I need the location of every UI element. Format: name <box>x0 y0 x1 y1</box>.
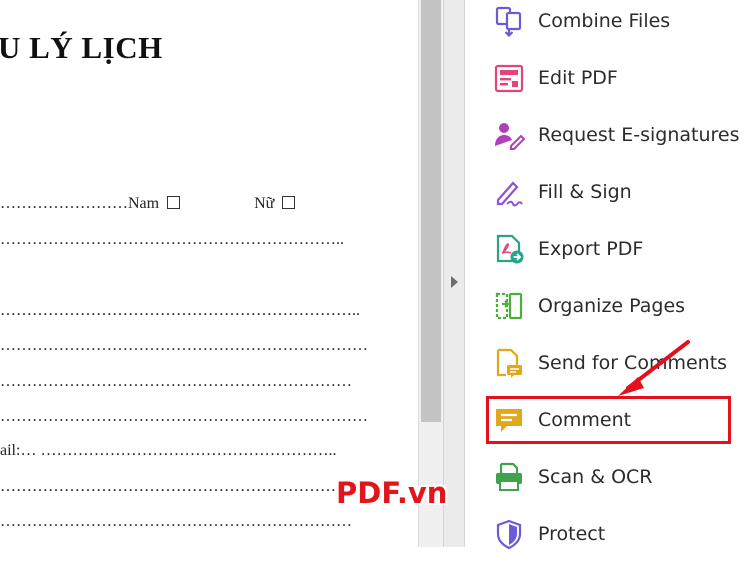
tools-panel: Combine Files Edit PDF Request E-signatu… <box>465 0 750 549</box>
tool-label: Organize Pages <box>538 294 686 317</box>
protect-icon <box>496 519 522 549</box>
document-page: U LÝ LỊCH ……………………Nam Nữ ………………………………………… <box>0 0 418 547</box>
tool-label: Edit PDF <box>538 66 618 89</box>
document-title: U LÝ LỊCH <box>0 30 163 65</box>
tool-label: Protect <box>538 522 606 545</box>
tool-label: Scan & OCR <box>538 465 653 488</box>
document-line: …………………………………………………………. <box>0 478 356 495</box>
red-arrow-annotation <box>618 340 690 396</box>
tool-request-esignatures[interactable]: Request E-signatures <box>465 106 750 163</box>
document-line: …………………………………………………………… <box>0 408 368 425</box>
combine-files-icon <box>495 6 522 37</box>
export-pdf-icon <box>496 234 524 263</box>
send-for-comments-icon <box>496 348 522 378</box>
watermark: PDF.vn <box>336 476 448 510</box>
tool-scan-ocr[interactable]: Scan & OCR <box>465 448 750 505</box>
tool-export-pdf[interactable]: Export PDF <box>465 220 750 277</box>
document-line-gender: ……………………Nam Nữ <box>0 195 296 213</box>
tool-label: Combine Files <box>538 9 671 32</box>
document-line: ……………………………………………………….. <box>0 231 344 248</box>
document-line: …………………………………………………………… <box>0 337 368 354</box>
checkbox-male[interactable] <box>167 196 181 209</box>
document-scrollbar-thumb[interactable] <box>421 0 441 422</box>
document-line: ail:… ……………………………………………….. <box>0 442 337 459</box>
edit-pdf-icon <box>494 64 524 92</box>
tool-label: Request E-signatures <box>538 123 740 146</box>
fill-sign-icon <box>496 180 523 206</box>
checkbox-female[interactable] <box>282 196 296 209</box>
gender-line-text: ……………………Nam <box>0 195 160 212</box>
tool-label: Export PDF <box>538 237 644 260</box>
scan-ocr-icon <box>496 462 522 491</box>
document-line: ………………………………………………………….. <box>0 302 360 319</box>
tool-combine-files[interactable]: Combine Files <box>465 0 750 49</box>
female-label: Nữ <box>254 195 275 212</box>
tool-fill-sign[interactable]: Fill & Sign <box>465 163 750 220</box>
organize-pages-icon <box>495 292 523 319</box>
request-esignatures-icon <box>495 122 525 150</box>
tool-label: Fill & Sign <box>538 180 632 203</box>
tool-organize-pages[interactable]: Organize Pages <box>465 277 750 334</box>
panel-splitter[interactable] <box>443 0 465 547</box>
collapse-panel-icon[interactable] <box>451 276 458 288</box>
document-line: ………………………………………………………… <box>0 513 352 530</box>
tool-edit-pdf[interactable]: Edit PDF <box>465 49 750 106</box>
tool-protect[interactable]: Protect <box>465 505 750 562</box>
document-line: ………………………………………………………… <box>0 373 352 390</box>
